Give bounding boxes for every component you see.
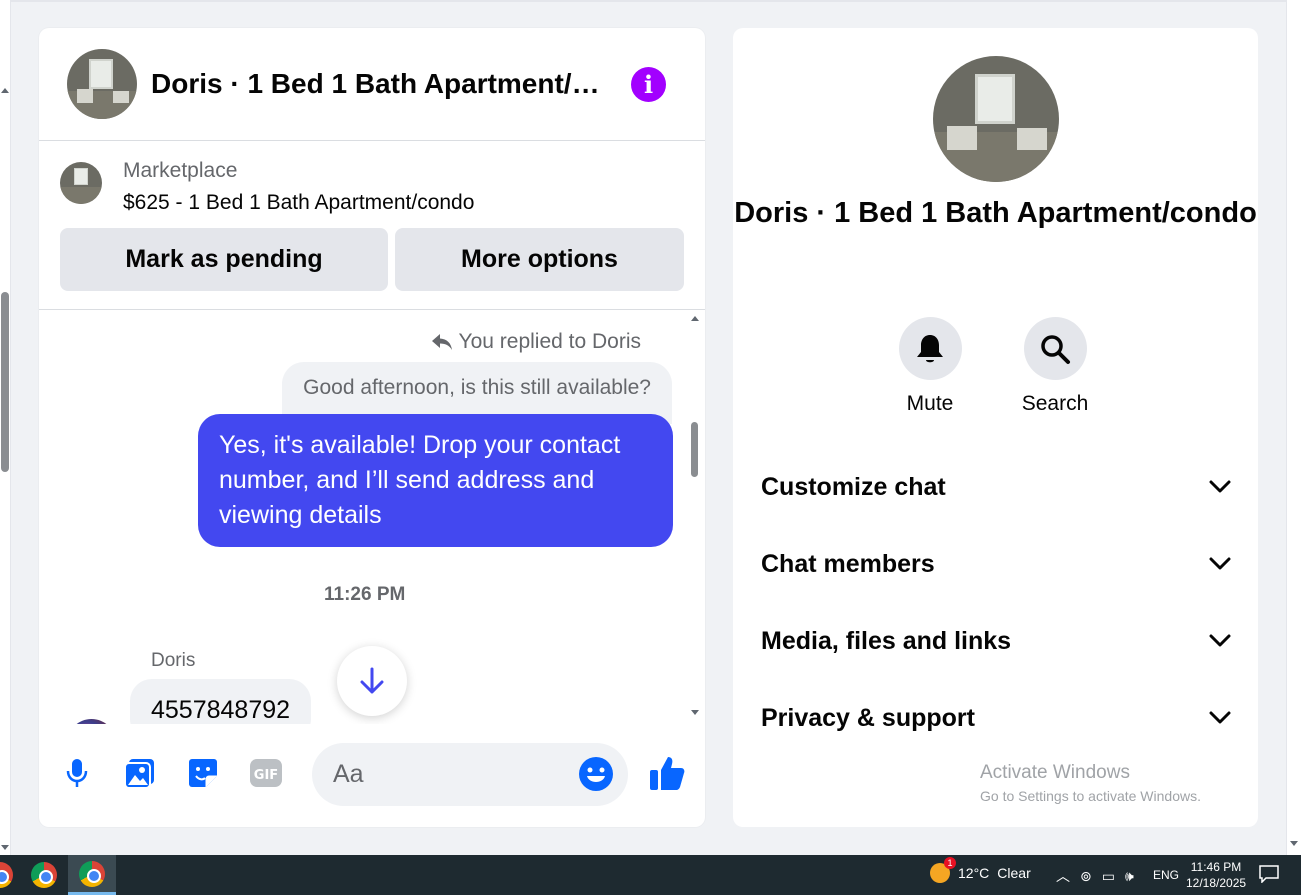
sent-message-bubble[interactable]: Yes, it's available! Drop your contact n… [198, 414, 673, 547]
reply-icon [431, 334, 452, 350]
scrollbar-thumb[interactable] [691, 422, 698, 477]
marketplace-card: Marketplace $625 - 1 Bed 1 Bath Apartmen… [39, 141, 705, 310]
language-indicator[interactable]: ENG [1153, 868, 1179, 882]
section-privacy-support[interactable]: Privacy & support [761, 690, 1231, 746]
message-list[interactable]: You replied to Doris Good afternoon, is … [39, 310, 705, 724]
search-label: Search [1021, 392, 1089, 415]
bell-icon [917, 334, 943, 362]
chrome-icon [31, 862, 57, 888]
thumbs-up-icon[interactable] [648, 754, 686, 792]
page-scrollbar-right[interactable] [1286, 0, 1301, 855]
scrollbar-thumb[interactable] [1, 292, 9, 472]
clock[interactable]: 11:46 PM 12/18/2025 [1186, 859, 1246, 891]
weather-condition: Clear [997, 865, 1031, 881]
more-options-button[interactable]: More options [395, 228, 684, 291]
notifications-icon[interactable] [1259, 865, 1279, 883]
taskbar-app-chrome-active[interactable] [68, 855, 116, 895]
system-tray: ︿ ⊚ ▭ 🕪 [1056, 866, 1134, 886]
gif-icon[interactable]: GIF [249, 756, 283, 790]
listing-title[interactable]: $625 - 1 Bed 1 Bath Apartment/condo [123, 191, 474, 215]
mute-label: Mute [906, 392, 954, 415]
chat-panel: Doris · 1 Bed 1 Bath Apartment/condo i M… [39, 28, 705, 827]
profile-name: Doris · 1 Bed 1 Bath Apartment/condo [734, 197, 1257, 229]
chevron-up-icon[interactable]: ︿ [1056, 866, 1070, 886]
mute-button[interactable]: Mute [885, 317, 975, 416]
conversation-info-panel: Doris · 1 Bed 1 Bath Apartment/condo Mut… [733, 28, 1258, 827]
search-icon [1041, 334, 1070, 364]
scroll-down-arrow[interactable] [691, 710, 699, 715]
replied-note: You replied to Doris [431, 330, 642, 354]
chevron-down-icon [1209, 480, 1231, 493]
mark-as-pending-button[interactable]: Mark as pending [60, 228, 388, 291]
scroll-to-bottom-button[interactable] [337, 646, 407, 716]
emoji-icon[interactable] [578, 756, 614, 792]
received-message-bubble[interactable]: 4557848792 [130, 679, 312, 724]
info-icon[interactable]: i [631, 67, 666, 102]
network-icon[interactable]: ▭ [1102, 868, 1115, 885]
scroll-down-arrow[interactable] [1, 845, 9, 850]
weather-badge: 1 [944, 857, 956, 869]
section-customize-chat[interactable]: Customize chat [761, 459, 1231, 515]
top-divider [11, 0, 1286, 2]
sender-name: Doris [151, 650, 196, 671]
weather-widget[interactable]: 1 12°C Clear [930, 857, 1031, 883]
arrow-down-icon [360, 667, 384, 694]
section-chat-members[interactable]: Chat members [761, 536, 1231, 592]
microphone-icon[interactable] [60, 756, 94, 790]
clock-date: 12/18/2025 [1186, 876, 1247, 890]
listing-thumbnail[interactable] [60, 162, 102, 204]
speaker-icon[interactable]: 🕪 [1125, 868, 1134, 885]
chevron-down-icon [1209, 711, 1231, 724]
clock-time: 11:46 PM [1190, 860, 1242, 874]
chat-header: Doris · 1 Bed 1 Bath Apartment/condo i [39, 28, 705, 141]
photo-icon[interactable] [123, 756, 157, 790]
search-button[interactable]: Search [1010, 317, 1100, 416]
chat-title[interactable]: Doris · 1 Bed 1 Bath Apartment/condo [151, 68, 611, 100]
taskbar: 1 12°C Clear ︿ ⊚ ▭ 🕪 ENG 11:46 PM 12/18/… [0, 855, 1301, 895]
marketplace-label: Marketplace [123, 159, 238, 182]
scroll-up-arrow[interactable] [1, 88, 9, 93]
taskbar-app-chrome[interactable] [20, 855, 68, 895]
weather-temp: 12°C [958, 865, 990, 881]
chrome-icon [79, 860, 105, 887]
sticker-icon[interactable] [186, 756, 220, 790]
replied-text: You replied to Doris [458, 330, 642, 353]
message-timestamp: 11:26 PM [324, 584, 406, 605]
scroll-up-arrow[interactable] [691, 316, 699, 321]
profile-avatar[interactable] [933, 56, 1059, 182]
message-scrollbar[interactable] [690, 310, 700, 724]
activate-windows-watermark: Activate Windows Go to Settings to activ… [980, 762, 1201, 804]
onedrive-icon[interactable]: ⊚ [1080, 868, 1092, 885]
page-scrollbar-left[interactable] [0, 0, 11, 855]
chrome-icon [0, 862, 13, 888]
moon-icon: 1 [930, 857, 956, 883]
listing-avatar[interactable] [67, 49, 137, 119]
scroll-down-arrow[interactable] [1290, 841, 1298, 846]
section-media-files-links[interactable]: Media, files and links [761, 613, 1231, 669]
svg-text:GIF: GIF [254, 768, 278, 783]
chevron-down-icon [1209, 557, 1231, 570]
chevron-down-icon [1209, 634, 1231, 647]
composer: GIF [39, 724, 705, 827]
